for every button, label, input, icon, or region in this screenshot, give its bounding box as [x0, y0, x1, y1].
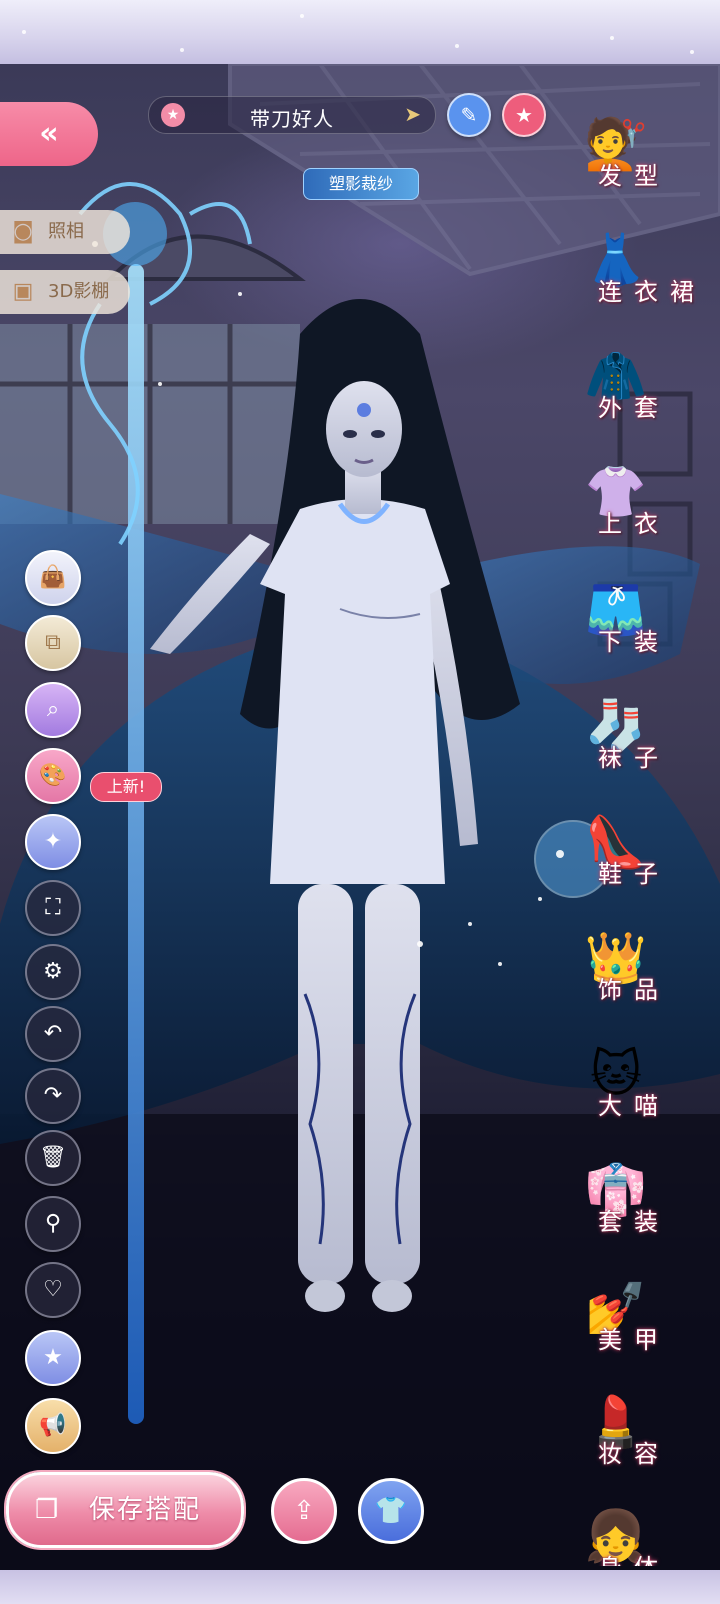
studio-button[interactable]: ▣ 3D影棚 — [0, 270, 130, 314]
camera-icon: ◙ — [12, 219, 34, 244]
category-makeup[interactable]: 💄 妆容 — [578, 1386, 708, 1496]
category-coat[interactable]: 🧥 外套 — [578, 340, 708, 450]
palette-icon: 🎨 — [39, 763, 67, 788]
redo-icon: ↷ — [43, 1083, 63, 1108]
new-badge: 上新! — [90, 772, 162, 802]
undo-icon: ↶ — [43, 1021, 63, 1046]
category-dress[interactable]: 👗 连衣裙 — [578, 224, 708, 334]
wardrobe-icon: 👕 — [374, 1496, 408, 1526]
star-circle-icon: ★ — [43, 1345, 63, 1370]
category-body[interactable]: 👧 身体 — [578, 1500, 708, 1566]
outfit-name: 带刀好人 — [250, 107, 334, 131]
star-wand-button[interactable]: ✦ — [25, 814, 81, 870]
layers-button[interactable]: ⧉ — [25, 615, 81, 671]
category-accessories[interactable]: 👑 饰品 — [578, 922, 708, 1032]
edit-button[interactable]: ✎ — [447, 93, 491, 137]
heart-icon: ♡ — [43, 1277, 63, 1302]
delete-button[interactable]: 🗑 — [25, 1130, 81, 1186]
star-circle-button[interactable]: ★ — [25, 1330, 81, 1386]
megaphone-icon: 📢 — [39, 1413, 67, 1438]
pencil-icon: ✎ — [460, 103, 478, 127]
bottom-frame — [0, 1570, 720, 1604]
cube-icon: ▣ — [12, 279, 34, 304]
chevron-right-icon[interactable]: ➤ — [404, 102, 421, 126]
layers-icon: ⧉ — [45, 630, 61, 655]
like-button[interactable]: ♡ — [25, 1262, 81, 1318]
search-icon: ⚲ — [44, 1211, 62, 1236]
star-icon: ★ — [515, 103, 533, 127]
category-shoes[interactable]: 👠 鞋子 — [578, 806, 708, 916]
category-socks[interactable]: 🧦 袜子 — [578, 690, 708, 800]
gear-icon: ⚙ — [43, 959, 63, 984]
category-bottoms[interactable]: 🩳 下装 — [578, 574, 708, 684]
photo-button[interactable]: ◙ 照相 — [0, 210, 130, 254]
magnify-sparkle-icon: ⌕ — [46, 697, 60, 722]
favorite-button[interactable]: ★ — [502, 93, 546, 137]
search-button[interactable]: ⚲ — [25, 1196, 81, 1252]
save-outfit-button[interactable]: ❐ 保存搭配 — [6, 1472, 244, 1548]
back-button[interactable]: « — [0, 102, 98, 166]
star-wand-icon: ✦ — [43, 829, 63, 854]
fullscreen-icon: ⛶ — [45, 895, 61, 920]
outfit-card-icon: ❐ — [35, 1495, 59, 1525]
category-hair[interactable]: 💇 发型 — [578, 108, 708, 218]
event-tag[interactable]: 塑影裁纱 — [303, 168, 419, 200]
category-outfit-set[interactable]: 👘 套装 — [578, 1154, 708, 1264]
fullscreen-button[interactable]: ⛶ — [25, 880, 81, 936]
trash-icon: 🗑 — [39, 1145, 67, 1170]
settings-button[interactable]: ⚙ — [25, 944, 81, 1000]
top-frame — [0, 0, 720, 64]
double-chevron-left-icon: « — [39, 116, 59, 151]
category-cat[interactable]: 🐱 大喵 — [578, 1038, 708, 1148]
bag-icon: 👜 — [39, 565, 67, 590]
wardrobe-button[interactable]: 👕 — [358, 1478, 424, 1544]
redo-button[interactable]: ↷ — [25, 1068, 81, 1124]
share-button[interactable]: ⇪ — [271, 1478, 337, 1544]
announce-button[interactable]: 📢 — [25, 1398, 81, 1454]
magnify-sparkle-button[interactable]: ⌕ — [25, 682, 81, 738]
outfit-name-bar[interactable]: ★ 带刀好人 ➤ — [148, 96, 436, 134]
share-icon: ⇪ — [293, 1496, 315, 1526]
palette-button[interactable]: 🎨 — [25, 748, 81, 804]
category-nails[interactable]: 💅 美甲 — [578, 1272, 708, 1382]
undo-button[interactable]: ↶ — [25, 1006, 81, 1062]
bag-button[interactable]: 👜 — [25, 550, 81, 606]
category-top[interactable]: 👚 上衣 — [578, 456, 708, 566]
